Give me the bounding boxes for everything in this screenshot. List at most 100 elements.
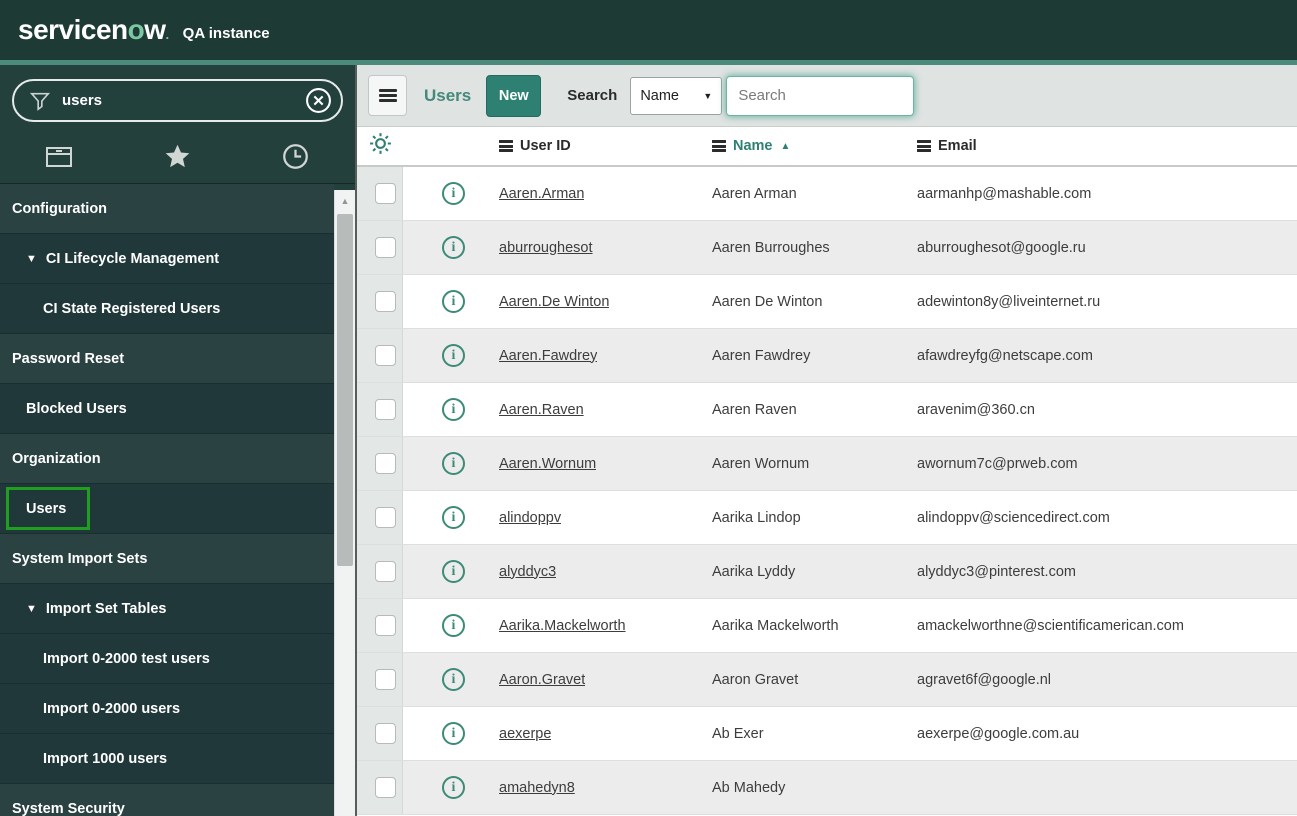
gear-icon[interactable]	[368, 131, 393, 161]
sidebar-item-import-set-tables[interactable]: ▼ Import Set Tables	[0, 584, 334, 634]
sidebar-item-password-reset[interactable]: Password Reset	[0, 334, 334, 384]
user-id-link[interactable]: amahedyn8	[499, 780, 575, 796]
row-info-cell: i	[403, 344, 499, 367]
column-header-email[interactable]: Email	[917, 138, 1297, 154]
clear-filter-icon[interactable]	[305, 87, 332, 114]
expand-triangle-icon[interactable]: ▼	[26, 253, 37, 265]
user-id-link[interactable]: Aaron.Gravet	[499, 672, 585, 688]
row-info-cell: i	[403, 614, 499, 637]
top-header: servicenow. QA instance	[0, 0, 1297, 60]
search-label: Search	[567, 87, 618, 104]
column-header-user-id[interactable]: User ID	[499, 138, 712, 154]
chevron-down-icon: ▼	[703, 90, 713, 101]
row-info-cell: i	[403, 722, 499, 745]
sidebar-item-label: Import 0-2000 test users	[43, 650, 210, 667]
user-id-cell: Aaron.Gravet	[499, 672, 712, 688]
info-icon[interactable]: i	[442, 614, 465, 637]
user-id-cell: Aaren.Raven	[499, 402, 712, 418]
sidebar-item-label: Organization	[12, 450, 101, 467]
column-menu-icon[interactable]	[917, 140, 931, 152]
tab-all-applications[interactable]	[0, 135, 118, 183]
sidebar-item-import-1000-users[interactable]: Import 1000 users	[0, 734, 334, 784]
user-id-link[interactable]: aexerpe	[499, 726, 551, 742]
sidebar-item-import-0-2000-test-users[interactable]: Import 0-2000 test users	[0, 634, 334, 684]
filter-navigator-input[interactable]	[62, 92, 305, 109]
user-id-cell: Aaren.Wornum	[499, 456, 712, 472]
sidebar-item-configuration[interactable]: Configuration	[0, 184, 334, 234]
user-id-cell: alindoppv	[499, 510, 712, 526]
sidebar-item-system-import-sets[interactable]: System Import Sets	[0, 534, 334, 584]
table-row: i Aaren.Fawdrey Aaren Fawdrey afawdreyfg@ne…	[357, 329, 1297, 383]
sidebar-item-organization[interactable]: Organization	[0, 434, 334, 484]
tab-favorites[interactable]	[118, 135, 236, 183]
row-select-cell	[357, 545, 403, 598]
tab-history[interactable]	[237, 135, 355, 183]
sidebar-item-system-security[interactable]: System Security	[0, 784, 334, 816]
table-row: i Aaren.Arman Aaren Arman aarmanhp@mashable…	[357, 167, 1297, 221]
user-email-cell: alindoppv@sciencedirect.com	[917, 509, 1110, 526]
info-icon[interactable]: i	[442, 398, 465, 421]
column-header-label: User ID	[520, 138, 571, 154]
sidebar-scrollbar[interactable]: ▲	[334, 190, 355, 816]
sidebar-item-ci-lifecycle-management[interactable]: ▼ CI Lifecycle Management	[0, 234, 334, 284]
info-icon[interactable]: i	[442, 668, 465, 691]
user-id-link[interactable]: Aarika.Mackelworth	[499, 618, 626, 634]
sidebar-item-users[interactable]: Users	[0, 484, 334, 534]
user-id-link[interactable]: aburroughesot	[499, 240, 593, 256]
row-checkbox[interactable]	[375, 345, 396, 366]
user-id-link[interactable]: Aaren.Fawdrey	[499, 348, 597, 364]
row-checkbox[interactable]	[375, 507, 396, 528]
expand-triangle-icon[interactable]: ▼	[26, 603, 37, 615]
row-checkbox[interactable]	[375, 561, 396, 582]
sidebar: Configuration ▼ CI Lifecycle Management CI …	[0, 65, 355, 816]
sidebar-item-import-0-2000-users[interactable]: Import 0-2000 users	[0, 684, 334, 734]
info-icon[interactable]: i	[442, 560, 465, 583]
row-checkbox[interactable]	[375, 399, 396, 420]
user-id-link[interactable]: Aaren.De Winton	[499, 294, 609, 310]
sidebar-item-ci-state-registered-users[interactable]: CI State Registered Users	[0, 284, 334, 334]
row-checkbox[interactable]	[375, 453, 396, 474]
info-icon[interactable]: i	[442, 236, 465, 259]
user-id-link[interactable]: Aaren.Wornum	[499, 456, 596, 472]
info-icon[interactable]: i	[442, 344, 465, 367]
scrollbar-thumb[interactable]	[337, 214, 353, 566]
row-checkbox[interactable]	[375, 723, 396, 744]
row-checkbox[interactable]	[375, 669, 396, 690]
sidebar-item-label: Configuration	[12, 200, 108, 217]
info-icon[interactable]: i	[442, 182, 465, 205]
sidebar-item-label: Import Set Tables	[45, 600, 167, 617]
row-info-cell: i	[403, 398, 499, 421]
column-menu-icon[interactable]	[712, 140, 726, 152]
new-record-button[interactable]: New	[486, 74, 542, 117]
user-email-cell: agravet6f@google.nl	[917, 671, 1052, 688]
row-checkbox[interactable]	[375, 183, 396, 204]
filter-navigator[interactable]	[12, 79, 343, 122]
scroll-up-arrow-icon[interactable]: ▲	[335, 190, 355, 212]
column-header-name[interactable]: Name ▲	[712, 138, 917, 154]
list-search-input[interactable]	[726, 75, 915, 116]
list-context-menu-button[interactable]	[368, 75, 407, 116]
info-icon[interactable]: i	[442, 776, 465, 799]
user-email-cell: aarmanhp@mashable.com	[917, 185, 1092, 202]
user-email-cell: awornum7c@prweb.com	[917, 455, 1078, 472]
user-id-cell: Aarika.Mackelworth	[499, 618, 712, 634]
funnel-icon	[29, 90, 51, 112]
user-id-link[interactable]: Aaren.Raven	[499, 402, 584, 418]
row-checkbox[interactable]	[375, 777, 396, 798]
info-icon[interactable]: i	[442, 290, 465, 313]
list-toolbar: Users New Search Name ▼	[357, 65, 1297, 127]
row-checkbox[interactable]	[375, 237, 396, 258]
user-id-link[interactable]: alindoppv	[499, 510, 561, 526]
user-id-link[interactable]: alyddyc3	[499, 564, 556, 580]
info-icon[interactable]: i	[442, 722, 465, 745]
search-field-select[interactable]: Name ▼	[630, 76, 723, 115]
column-menu-icon[interactable]	[499, 140, 513, 152]
row-checkbox[interactable]	[375, 291, 396, 312]
row-checkbox[interactable]	[375, 615, 396, 636]
sidebar-item-blocked-users[interactable]: Blocked Users	[0, 384, 334, 434]
user-name-cell: Aarika Lyddy	[712, 563, 796, 580]
info-icon[interactable]: i	[442, 506, 465, 529]
info-icon[interactable]: i	[442, 452, 465, 475]
user-id-link[interactable]: Aaren.Arman	[499, 186, 584, 202]
trademark-dot: .	[165, 27, 170, 42]
